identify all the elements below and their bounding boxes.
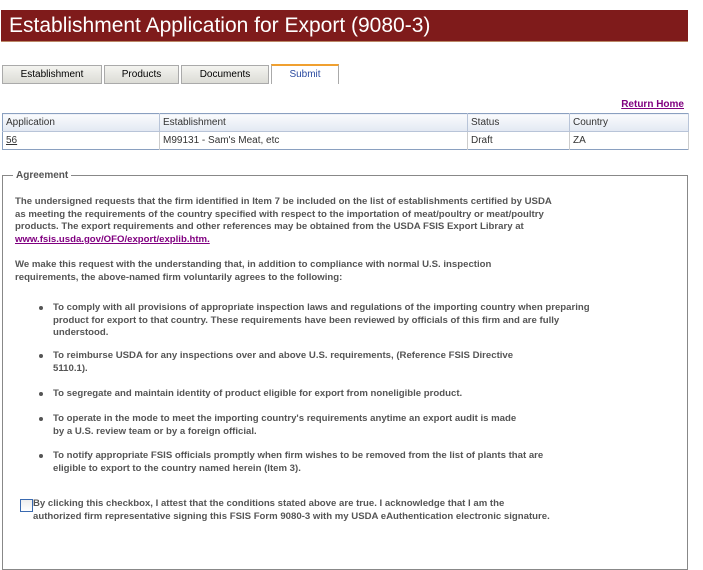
list-item: To reimburse USDA for any inspections ov…: [39, 350, 533, 375]
export-library-link[interactable]: www.fsis.usda.gov/OFO/export/explib.htm.: [15, 234, 210, 245]
tab-submit[interactable]: Submit: [271, 64, 339, 84]
attest-checkbox[interactable]: [20, 499, 33, 512]
country-cell: ZA: [569, 131, 689, 150]
col-application: Application: [2, 113, 160, 132]
page-title: Establishment Application for Export (90…: [1, 10, 688, 42]
agreement-fieldset: Agreement The undersigned requests that …: [2, 170, 688, 570]
tab-products[interactable]: Products: [104, 65, 179, 84]
table-header-row: Application Establishment Status Country: [2, 113, 689, 132]
list-item: To segregate and maintain identity of pr…: [39, 388, 593, 401]
col-status: Status: [467, 113, 570, 132]
attest-checkbox-label[interactable]: By clicking this checkbox, I attest that…: [33, 498, 553, 523]
table-row: 56 M99131 - Sam's Meat, etc Draft ZA: [2, 131, 689, 150]
tab-establishment[interactable]: Establishment: [2, 65, 102, 84]
list-item: To operate in the mode to meet the impor…: [39, 413, 523, 438]
tab-bar: Establishment Products Documents Submit: [2, 64, 341, 84]
application-table: Application Establishment Status Country…: [2, 113, 689, 150]
agreement-legend: Agreement: [16, 170, 69, 181]
list-item: To comply with all provisions of appropr…: [39, 302, 593, 340]
agreement-paragraph-1: The undersigned requests that the firm i…: [15, 196, 552, 245]
col-country: Country: [569, 113, 689, 132]
list-item: To notify appropriate FSIS officials pro…: [39, 450, 553, 475]
establishment-cell: M99131 - Sam's Meat, etc: [159, 131, 468, 150]
col-establishment: Establishment: [159, 113, 468, 132]
tab-documents[interactable]: Documents: [181, 65, 269, 84]
status-cell: Draft: [467, 131, 570, 150]
application-link[interactable]: 56: [6, 135, 17, 146]
return-home-link[interactable]: Return Home: [621, 99, 684, 110]
agreement-paragraph-2: We make this request with the understand…: [15, 259, 492, 283]
